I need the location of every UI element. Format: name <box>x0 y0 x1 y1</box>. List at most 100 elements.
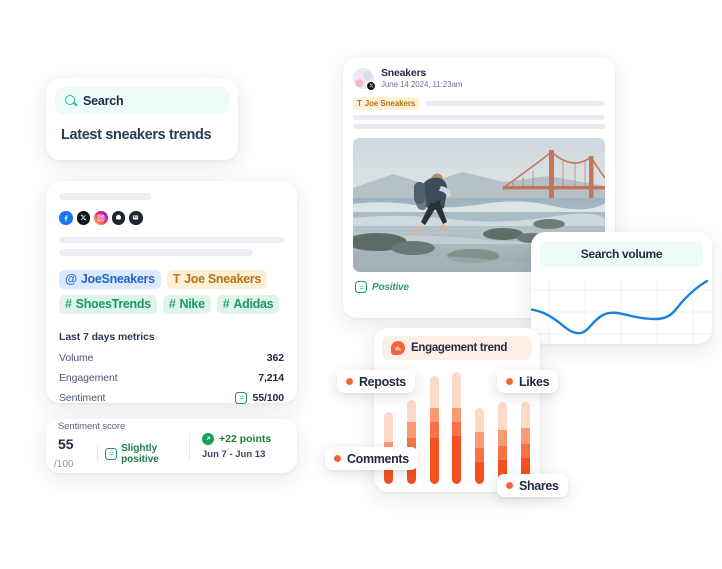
metric-value: 7,214 <box>258 371 284 384</box>
chart-bubble-icon <box>391 341 405 355</box>
facebook-icon[interactable] <box>59 211 73 225</box>
skeleton-title <box>59 193 151 200</box>
bar-column <box>452 372 462 484</box>
avatar <box>353 67 376 91</box>
skeleton-line <box>59 236 284 243</box>
tag-symbol: @ <box>65 272 77 286</box>
skeleton-line <box>59 249 253 256</box>
metric-value: 362 <box>266 351 284 364</box>
metric-row-engagement: Engagement 7,214 <box>59 372 284 384</box>
divider <box>97 445 99 462</box>
points-value: +22 points <box>219 432 272 445</box>
post-timestamp: June 14 2024, 11:23am <box>381 80 463 90</box>
tag-symbol: T <box>357 99 362 109</box>
tag-title[interactable]: T Joe Sneakers <box>166 269 268 289</box>
instagram-icon[interactable] <box>94 211 108 225</box>
skeleton-line <box>353 115 605 121</box>
legend-dot-icon <box>346 378 353 385</box>
x-twitter-icon <box>366 80 376 91</box>
search-card: Search Latest sneakers trends <box>46 78 238 160</box>
sentiment-score: 55 <box>58 435 74 452</box>
legend-comments[interactable]: Comments <box>325 447 418 470</box>
tag-label: JoeSneakers <box>80 272 155 286</box>
tag-hashtag[interactable]: # ShoesTrends <box>59 294 157 314</box>
tag-label: Joe Sneakers <box>364 99 416 109</box>
tag-mention[interactable]: @ JoeSneakers <box>59 269 161 289</box>
engagement-trend-title: Engagement trend <box>411 342 508 354</box>
volume-line <box>531 279 709 335</box>
tag-hashtag[interactable]: # Nike <box>162 294 211 314</box>
engagement-trend-title-pill: Engagement trend <box>382 336 532 360</box>
tag-symbol: # <box>222 297 230 311</box>
tag-hashtag[interactable]: # Adidas <box>216 294 280 314</box>
post-author: Sneakers <box>381 67 427 79</box>
canvas: Search Latest sneakers trends @ JoeSneak… <box>0 0 722 569</box>
sentiment-score-wrap: 55 /100 <box>54 435 90 472</box>
x-twitter-icon[interactable] <box>76 211 90 225</box>
metrics-block: Last 7 days metrics Volume 362 Engagemen… <box>59 331 284 404</box>
search-input[interactable]: Search <box>55 87 229 114</box>
tag-label: Nike <box>179 297 206 311</box>
metric-label: Volume <box>59 351 94 364</box>
smiley-face-icon <box>235 391 248 404</box>
legend-label: Likes <box>519 374 550 389</box>
metric-label: Engagement <box>59 371 118 384</box>
profile-tags-card: @ JoeSneakers T Joe Sneakers # ShoesTren… <box>46 181 297 404</box>
bar-column <box>498 402 508 484</box>
sentiment-label: Sentiment score <box>58 420 126 432</box>
sentiment-score-line: 55 /100 Slightly positive <box>54 435 189 472</box>
metric-row-volume: Volume 362 <box>59 352 284 364</box>
search-volume-card: Search volume <box>531 232 712 344</box>
bar-column <box>520 402 530 484</box>
tag-symbol: # <box>65 297 72 311</box>
sentiment-denominator: /100 <box>54 458 74 470</box>
social-icons-row <box>59 211 284 225</box>
sentiment-left: Sentiment score 55 /100 Slightly positiv… <box>54 420 189 472</box>
date-range: Jun 7 - Jun 13 <box>202 448 266 460</box>
smiley-face-icon <box>355 281 367 294</box>
bar-column <box>429 376 439 484</box>
legend-dot-icon <box>506 378 513 385</box>
post-sentiment-label: Positive <box>372 281 409 293</box>
smiley-face-icon <box>105 447 118 460</box>
legend-reposts[interactable]: Reposts <box>337 370 415 393</box>
tag-label: Adidas <box>233 297 274 311</box>
metric-row-sentiment: Sentiment 55/100 <box>59 391 284 404</box>
trend-up-icon <box>202 432 214 445</box>
legend-label: Shares <box>519 478 559 493</box>
tag-symbol: T <box>172 272 181 286</box>
legend-shares[interactable]: Shares <box>497 474 568 497</box>
latest-trends-item[interactable]: Latest sneakers trends <box>55 127 229 143</box>
sentiment-score-card: Sentiment score 55 /100 Slightly positiv… <box>46 419 297 473</box>
post-tag-line: T Joe Sneakers <box>353 97 605 111</box>
reddit-icon[interactable] <box>111 211 125 225</box>
tag-label: Joe Sneakers <box>184 272 262 286</box>
sentiment-right: +22 points Jun 7 - Jun 13 <box>189 432 285 460</box>
skeleton-line <box>353 124 605 130</box>
post-meta: Sneakers June 14 2024, 11:23am <box>381 67 462 89</box>
legend-dot-icon <box>334 455 341 462</box>
post-header: Sneakers June 14 2024, 11:23am <box>353 67 605 91</box>
metric-label: Sentiment <box>59 391 106 404</box>
sentiment-verdict-label: Slightly positive <box>121 442 159 465</box>
metric-value-wrap: 55/100 <box>235 391 284 404</box>
legend-label: Comments <box>347 451 409 466</box>
legend-dot-icon <box>506 482 513 489</box>
legend-likes[interactable]: Likes <box>497 370 559 393</box>
line-chart-svg <box>531 278 712 344</box>
tag-list: @ JoeSneakers T Joe Sneakers # ShoesTren… <box>59 269 284 314</box>
tag-title[interactable]: T Joe Sneakers <box>353 97 420 111</box>
tag-label: ShoesTrends <box>75 297 152 311</box>
bar-column <box>475 408 485 484</box>
legend-label: Reposts <box>359 374 406 389</box>
skeleton-line <box>425 101 605 107</box>
news-icon[interactable] <box>129 211 143 225</box>
tag-symbol: # <box>168 297 176 311</box>
bar-column <box>406 400 416 484</box>
search-input-value: Search <box>83 93 124 108</box>
metric-value: 55/100 <box>252 391 284 404</box>
search-icon <box>65 95 76 106</box>
metrics-title: Last 7 days metrics <box>59 330 155 343</box>
search-volume-title: Search volume <box>540 241 703 267</box>
sentiment-verdict: Slightly positive <box>105 443 189 465</box>
